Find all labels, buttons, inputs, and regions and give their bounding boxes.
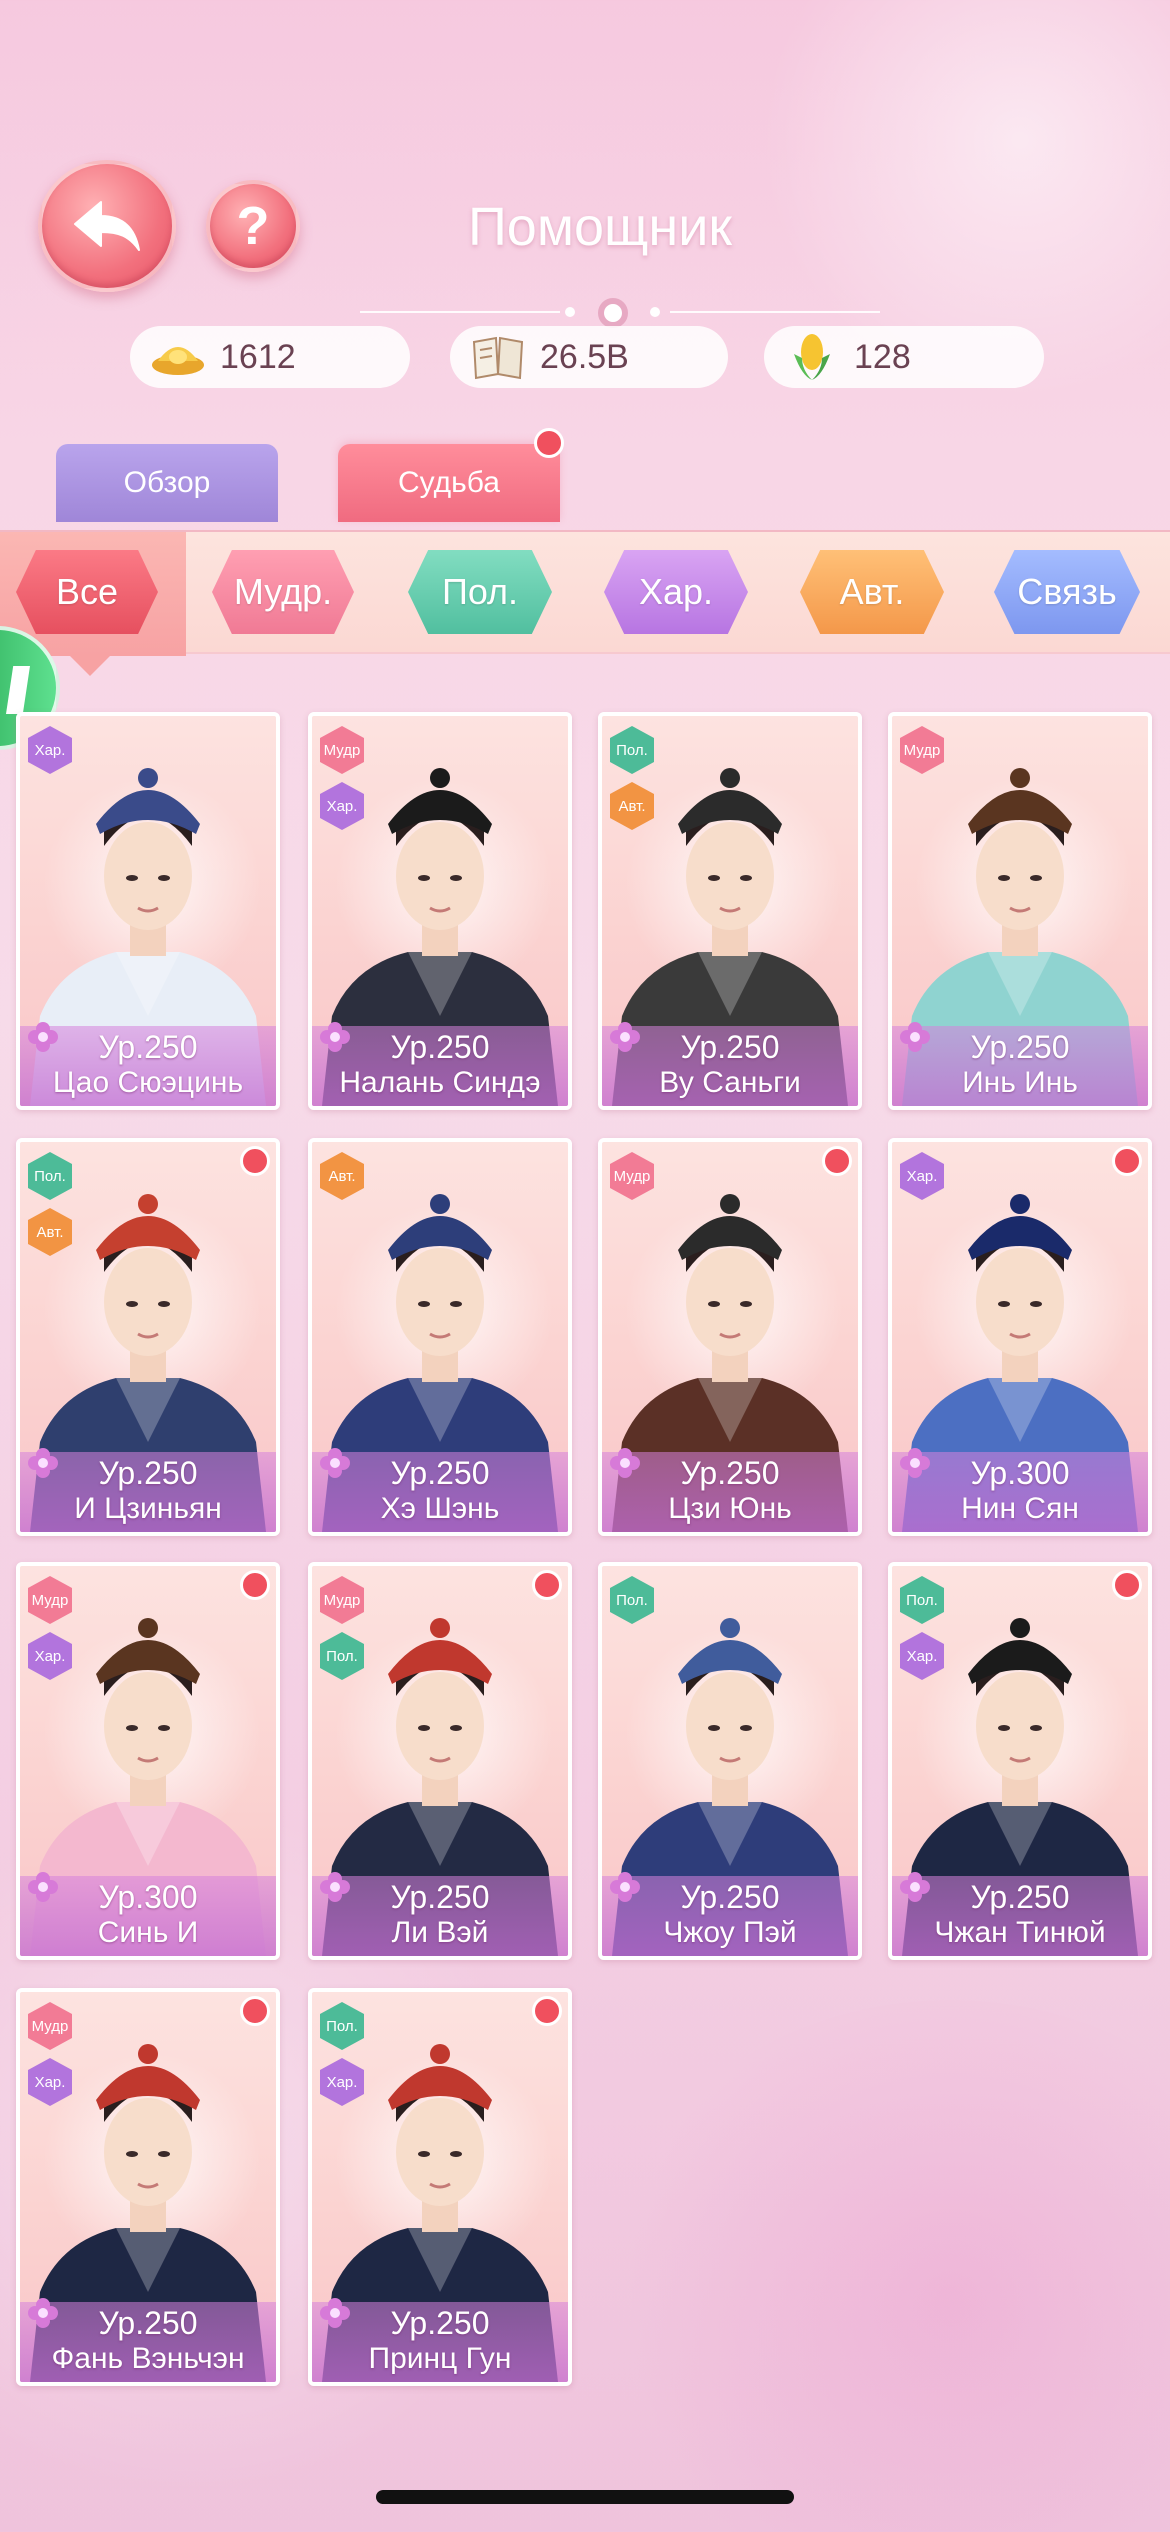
assistant-card[interactable]: Ур.300 Нин Сян Хар. (888, 1138, 1152, 1536)
assistant-card[interactable]: Ур.250 Хэ Шэнь Авт. (308, 1138, 572, 1536)
assistant-card[interactable]: Ур.250 Фань Вэньчэн Мудр Хар. (16, 1988, 280, 2386)
back-arrow-icon (74, 201, 140, 251)
assistant-card[interactable]: Ур.250 Цао Сюэцинь Хар. (16, 712, 280, 1110)
filter-authority[interactable]: Авт. (800, 550, 944, 634)
corn-value: 128 (854, 337, 911, 376)
assistant-card[interactable]: Ур.250 Налань Синдэ Мудр Хар. (308, 712, 572, 1110)
card-level: Ур.250 (98, 1455, 198, 1491)
card-name: Фань Вэньчэн (51, 2342, 245, 2375)
card-level: Ур.250 (970, 1879, 1070, 1915)
assistant-card[interactable]: Ур.250 И Цзиньян Пол. Авт. (16, 1138, 280, 1536)
card-notification-dot (240, 1570, 270, 1600)
card-level: Ур.300 (98, 1879, 198, 1915)
card-level: Ур.250 (970, 1029, 1070, 1065)
assistant-card[interactable]: Ур.250 Чжоу Пэй Пол. (598, 1562, 862, 1960)
assistant-card[interactable]: Ур.250 Инь Инь Мудр (888, 712, 1152, 1110)
assistant-card[interactable]: Ур.250 Цзи Юнь Мудр (598, 1138, 862, 1536)
back-button[interactable] (38, 160, 176, 292)
card-level: Ур.250 (390, 1879, 490, 1915)
card-notification-dot (240, 1996, 270, 2026)
filter-politics[interactable]: Пол. (408, 550, 552, 634)
gold-counter: 1612 (130, 326, 410, 388)
card-name: Цао Сюэцинь (52, 1066, 244, 1099)
gold-ingot-icon (150, 334, 206, 380)
card-notification-dot (532, 1996, 562, 2026)
card-notification-dot (532, 1570, 562, 1600)
gold-value: 1612 (220, 337, 296, 376)
card-name: Инь Инь (962, 1066, 1078, 1099)
card-name: И Цзиньян (74, 1492, 222, 1525)
book-value: 26.5B (540, 337, 629, 376)
corn-icon (784, 334, 840, 380)
card-level: Ур.250 (390, 1029, 490, 1065)
assistant-card[interactable]: Ур.250 Ли Вэй Мудр Пол. (308, 1562, 572, 1960)
filter-connection[interactable]: Связь (994, 550, 1140, 634)
filter-charm[interactable]: Хар. (604, 550, 748, 634)
card-name: Цзи Юнь (668, 1492, 792, 1525)
card-level: Ур.250 (98, 2305, 198, 2341)
tab-fate[interactable]: Судьба (338, 444, 560, 522)
help-icon: ? (236, 196, 270, 256)
filter-all[interactable]: Все (16, 550, 158, 634)
card-notification-dot (1112, 1570, 1142, 1600)
card-level: Ур.250 (680, 1879, 780, 1915)
card-level: Ур.250 (680, 1455, 780, 1491)
card-name: Нин Сян (961, 1492, 1079, 1525)
card-level: Ур.250 (680, 1029, 780, 1065)
card-name: Синь И (97, 1916, 199, 1949)
card-level: Ур.250 (390, 2305, 490, 2341)
assistant-card[interactable]: Ур.300 Синь И Мудр Хар. (16, 1562, 280, 1960)
book-icon (470, 334, 526, 380)
tab-fate-notification-dot (534, 428, 564, 458)
card-name: Ву Саньги (659, 1066, 801, 1099)
page-title: Помощник (467, 197, 733, 257)
card-notification-dot (822, 1146, 852, 1176)
card-name: Хэ Шэнь (380, 1492, 500, 1525)
card-name: Чжан Тинюй (934, 1916, 1106, 1949)
card-notification-dot (1112, 1146, 1142, 1176)
card-level: Ур.300 (970, 1455, 1070, 1491)
corn-counter: 128 (764, 326, 1044, 388)
card-notification-dot (240, 1146, 270, 1176)
card-name: Принц Гун (368, 2342, 512, 2375)
card-name: Ли Вэй (391, 1916, 489, 1949)
assistant-card[interactable]: Ур.250 Ву Саньги Пол. Авт. (598, 712, 862, 1110)
assistant-card[interactable]: Ур.250 Принц Гун Пол. Хар. (308, 1988, 572, 2386)
book-counter: 26.5B (450, 326, 728, 388)
card-name: Налань Синдэ (339, 1066, 541, 1099)
filter-wisdom[interactable]: Мудр. (212, 550, 354, 634)
help-button[interactable]: ? (206, 180, 300, 272)
tab-overview-label: Обзор (123, 466, 211, 499)
card-level: Ур.250 (390, 1455, 490, 1491)
assistant-card[interactable]: Ур.250 Чжан Тинюй Пол. Хар. (888, 1562, 1152, 1960)
tab-fate-label: Судьба (398, 466, 500, 499)
card-level: Ур.250 (98, 1029, 198, 1065)
tab-overview[interactable]: Обзор (56, 444, 278, 522)
home-indicator[interactable] (376, 2490, 794, 2504)
card-name: Чжоу Пэй (663, 1916, 797, 1949)
